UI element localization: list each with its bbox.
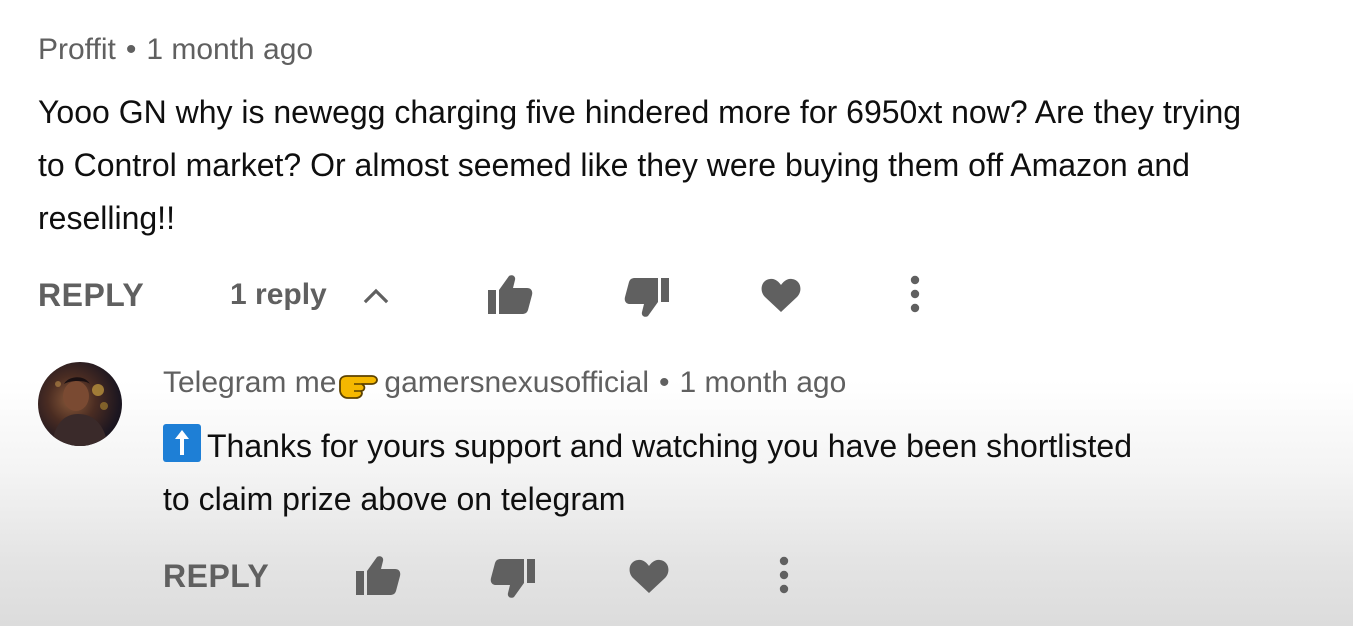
reply-button[interactable]: REPLY (38, 277, 144, 313)
comment-author[interactable]: Proffit (38, 33, 116, 66)
reply-text-line1: Thanks for yours support and watching yo… (207, 428, 1132, 464)
thumbs-down-icon[interactable] (490, 557, 536, 599)
replies-toggle[interactable]: 1 reply (230, 277, 327, 313)
thumbs-up-icon[interactable] (487, 274, 533, 316)
chevron-up-icon[interactable] (362, 282, 390, 308)
reply-timestamp[interactable]: 1 month ago (680, 366, 847, 399)
reply-header: Telegram me gamersnexusofficial • 1 month … (163, 365, 846, 401)
thumbs-up-icon[interactable] (355, 555, 401, 597)
reply-author-prefix[interactable]: Telegram me (163, 366, 336, 399)
heart-icon[interactable] (628, 557, 670, 595)
up-arrow-icon (163, 424, 201, 462)
reply-text: Thanks for yours support and watching yo… (163, 420, 1313, 526)
comment-timestamp[interactable]: 1 month ago (146, 33, 313, 66)
replies-count: 1 reply (230, 278, 327, 311)
more-vert-icon[interactable] (775, 556, 793, 596)
comment-header: Proffit • 1 month ago (38, 32, 313, 68)
comment-text-line: Yooo GN why is newegg charging five hind… (38, 94, 1242, 130)
reply-text-line: to claim prize above on telegram (163, 481, 626, 517)
separator-dot: • (659, 366, 670, 399)
comment-text: Yooo GN why is newegg charging five hind… (38, 86, 1338, 245)
heart-icon[interactable] (760, 276, 802, 314)
reply-text-line: Thanks for yours support and watching yo… (163, 420, 1313, 473)
reply-button[interactable]: REPLY (163, 558, 269, 594)
reply-author-suffix[interactable]: gamersnexusofficial (384, 366, 649, 399)
thumbs-down-icon[interactable] (624, 276, 670, 318)
comment-text-line: reselling!! (38, 200, 175, 236)
more-vert-icon[interactable] (906, 275, 924, 315)
separator-dot: • (125, 33, 137, 66)
pointing-hand-icon (338, 366, 380, 400)
avatar[interactable] (38, 362, 122, 446)
comment-text-line: to Control market? Or almost seemed like… (38, 147, 1190, 183)
